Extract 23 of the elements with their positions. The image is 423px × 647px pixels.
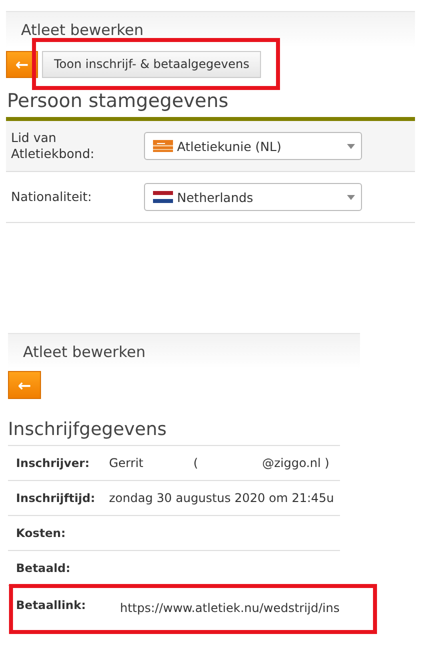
dropdown[interactable]: Netherlands xyxy=(144,183,362,211)
row-value: zondag 30 augustus 2020 om 21:45u xyxy=(109,491,334,505)
page-title: Atleet bewerken xyxy=(21,21,144,39)
dutch-flag-icon xyxy=(153,191,173,203)
field-label: Nationaliteit: xyxy=(11,189,93,205)
field-label: Lid van Atletiekbond: xyxy=(11,130,96,162)
row-label: Betaallink: xyxy=(16,598,87,612)
row-label: Kosten: xyxy=(16,526,67,540)
row-value: https://www.atletiek.nu/wedstrijd/ins xyxy=(120,601,340,615)
row-label: Inschrijftijd: xyxy=(16,491,96,505)
caret-icon xyxy=(347,144,355,148)
show-details-button[interactable]: Toon inschrijf- & betaalgegevens xyxy=(42,50,262,78)
caret-icon xyxy=(347,194,355,200)
section-heading: Persoon stamgegevens xyxy=(7,90,230,112)
row-value: Gerrit xyxy=(109,456,144,470)
dropdown[interactable]: Atletiekunie (NL) xyxy=(144,132,362,160)
section-heading: Inschrijfgegevens xyxy=(8,419,168,440)
row-value: @ziggo.nl ) xyxy=(262,456,330,470)
row-label: Betaald: xyxy=(16,561,72,575)
page-title: Atleet bewerken xyxy=(23,342,146,360)
row-value: ( xyxy=(193,456,198,470)
row-label: Inschrijver: xyxy=(16,456,90,470)
club-logo-icon xyxy=(153,140,173,152)
